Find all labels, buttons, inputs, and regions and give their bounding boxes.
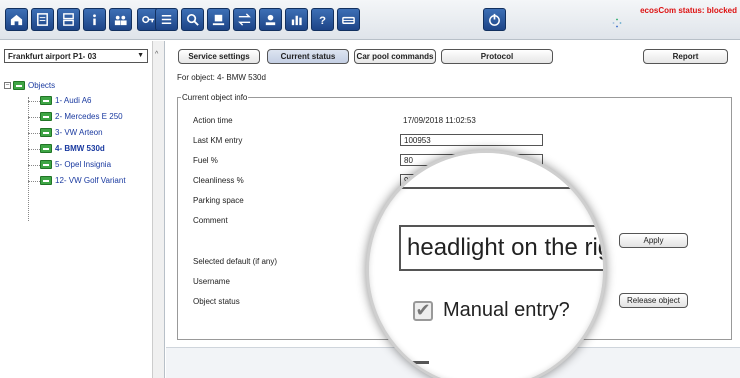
tab-car-pool-commands[interactable]: Car pool commands bbox=[354, 49, 436, 64]
tree-connector bbox=[28, 165, 40, 166]
tree-item-label: 3- VW Arteon bbox=[55, 128, 103, 137]
key-icon bbox=[40, 160, 52, 169]
tree-connector bbox=[28, 101, 40, 102]
fuel-label: Fuel % bbox=[193, 156, 218, 165]
key-icon bbox=[40, 96, 52, 105]
help-icon[interactable]: ? bbox=[311, 8, 334, 31]
info-icon[interactable] bbox=[83, 8, 106, 31]
chart-icon[interactable] bbox=[285, 8, 308, 31]
key-icon bbox=[40, 112, 52, 121]
magnified-parking-field: 8 bbox=[399, 153, 603, 189]
panel-legend: Current object info bbox=[181, 93, 249, 102]
magnified-comment-field[interactable]: headlight on the rig bbox=[399, 225, 603, 271]
release-object-button[interactable]: Release object bbox=[619, 293, 688, 308]
manual-entry-checkbox[interactable]: ✔ bbox=[413, 301, 433, 321]
collapse-icon[interactable]: – bbox=[4, 82, 11, 89]
last-km-field[interactable]: 100953 bbox=[400, 134, 543, 146]
scroll-up-icon[interactable]: ^ bbox=[155, 51, 158, 58]
tab-protocol[interactable]: Protocol bbox=[441, 49, 553, 64]
magnifier-lens: 8 headlight on the rig ✔ Manual entry? bbox=[366, 150, 606, 378]
selected-default-label: Selected default (if any) bbox=[193, 257, 278, 266]
tree-item-mercedes-e250[interactable]: 2- Mercedes E 250 bbox=[40, 112, 123, 121]
location-select-value: Frankfurt airport P1- 03 bbox=[8, 52, 97, 61]
tree-item-label: 12- VW Golf Variant bbox=[55, 176, 126, 185]
action-time-label: Action time bbox=[193, 116, 233, 125]
report-button[interactable]: Report bbox=[643, 49, 728, 64]
list-icon[interactable] bbox=[155, 8, 178, 31]
search-icon[interactable] bbox=[181, 8, 204, 31]
tree-item-label: 5- Opel Insignia bbox=[55, 160, 112, 169]
tree-connector bbox=[28, 133, 40, 134]
username-label: Username bbox=[193, 277, 230, 286]
tree-item-audi-a6[interactable]: 1- Audi A6 bbox=[40, 96, 91, 105]
dropdown-arrow-icon: ▼ bbox=[137, 52, 144, 59]
tree-item-label: 4- BMW 530d bbox=[55, 144, 105, 153]
key-icon bbox=[40, 144, 52, 153]
sidebar: Frankfurt airport P1- 03 ▼ – Objects 1- … bbox=[0, 41, 165, 378]
tree-item-label: 1- Audi A6 bbox=[55, 96, 92, 105]
document-icon[interactable] bbox=[31, 8, 54, 31]
tree-item-opel-insignia[interactable]: 5- Opel Insignia bbox=[40, 160, 111, 169]
object-status-label: Object status bbox=[193, 297, 240, 306]
tabs-bar: Service settings Current status Car pool… bbox=[166, 41, 740, 69]
tree-connector bbox=[28, 181, 40, 182]
pen-icon[interactable] bbox=[207, 8, 230, 31]
car-icon[interactable] bbox=[337, 8, 360, 31]
power-icon[interactable] bbox=[483, 8, 506, 31]
comment-label: Comment bbox=[193, 216, 228, 225]
tree-item-label: 2- Mercedes E 250 bbox=[55, 112, 123, 121]
tree-connector bbox=[28, 97, 29, 221]
manual-entry-label: Manual entry? bbox=[443, 299, 570, 321]
people-icon[interactable] bbox=[109, 8, 132, 31]
ecoscom-status: ecosCom status: blocked bbox=[640, 6, 737, 15]
location-select[interactable]: Frankfurt airport P1- 03 ▼ bbox=[4, 49, 148, 63]
tree-root-label: Objects bbox=[28, 81, 56, 90]
key-icon bbox=[40, 176, 52, 185]
tree-connector bbox=[28, 149, 40, 150]
transfer-icon[interactable] bbox=[233, 8, 256, 31]
tree-item-bmw-530d[interactable]: 4- BMW 530d bbox=[40, 144, 105, 153]
for-object-label: For object: 4- BMW 530d bbox=[177, 73, 266, 82]
key-icon bbox=[40, 128, 52, 137]
action-time-value: 17/09/2018 11:02:53 bbox=[403, 116, 476, 125]
key-icon bbox=[13, 81, 25, 90]
tree-item-vw-golf-variant[interactable]: 12- VW Golf Variant bbox=[40, 176, 126, 185]
tab-current-status[interactable]: Current status bbox=[267, 49, 349, 64]
svg-text:?: ? bbox=[319, 15, 326, 27]
sidebar-scrollbar[interactable]: ^ bbox=[152, 41, 164, 378]
home-icon[interactable] bbox=[5, 8, 28, 31]
storage-icon[interactable] bbox=[57, 8, 80, 31]
toolbar: ? ecosCom status: blocked bbox=[0, 0, 740, 40]
loading-spinner-icon bbox=[612, 18, 622, 28]
tree-connector bbox=[28, 117, 40, 118]
magnified-dash bbox=[405, 361, 429, 364]
apply-button[interactable]: Apply bbox=[619, 233, 688, 248]
cleanliness-label: Cleanliness % bbox=[193, 176, 244, 185]
user-icon[interactable] bbox=[259, 8, 282, 31]
parking-space-label: Parking space bbox=[193, 196, 244, 205]
tree-root-objects[interactable]: – Objects bbox=[4, 81, 55, 90]
last-km-label: Last KM entry bbox=[193, 136, 243, 145]
tab-service-settings[interactable]: Service settings bbox=[178, 49, 260, 64]
tree-item-vw-arteon[interactable]: 3- VW Arteon bbox=[40, 128, 103, 137]
